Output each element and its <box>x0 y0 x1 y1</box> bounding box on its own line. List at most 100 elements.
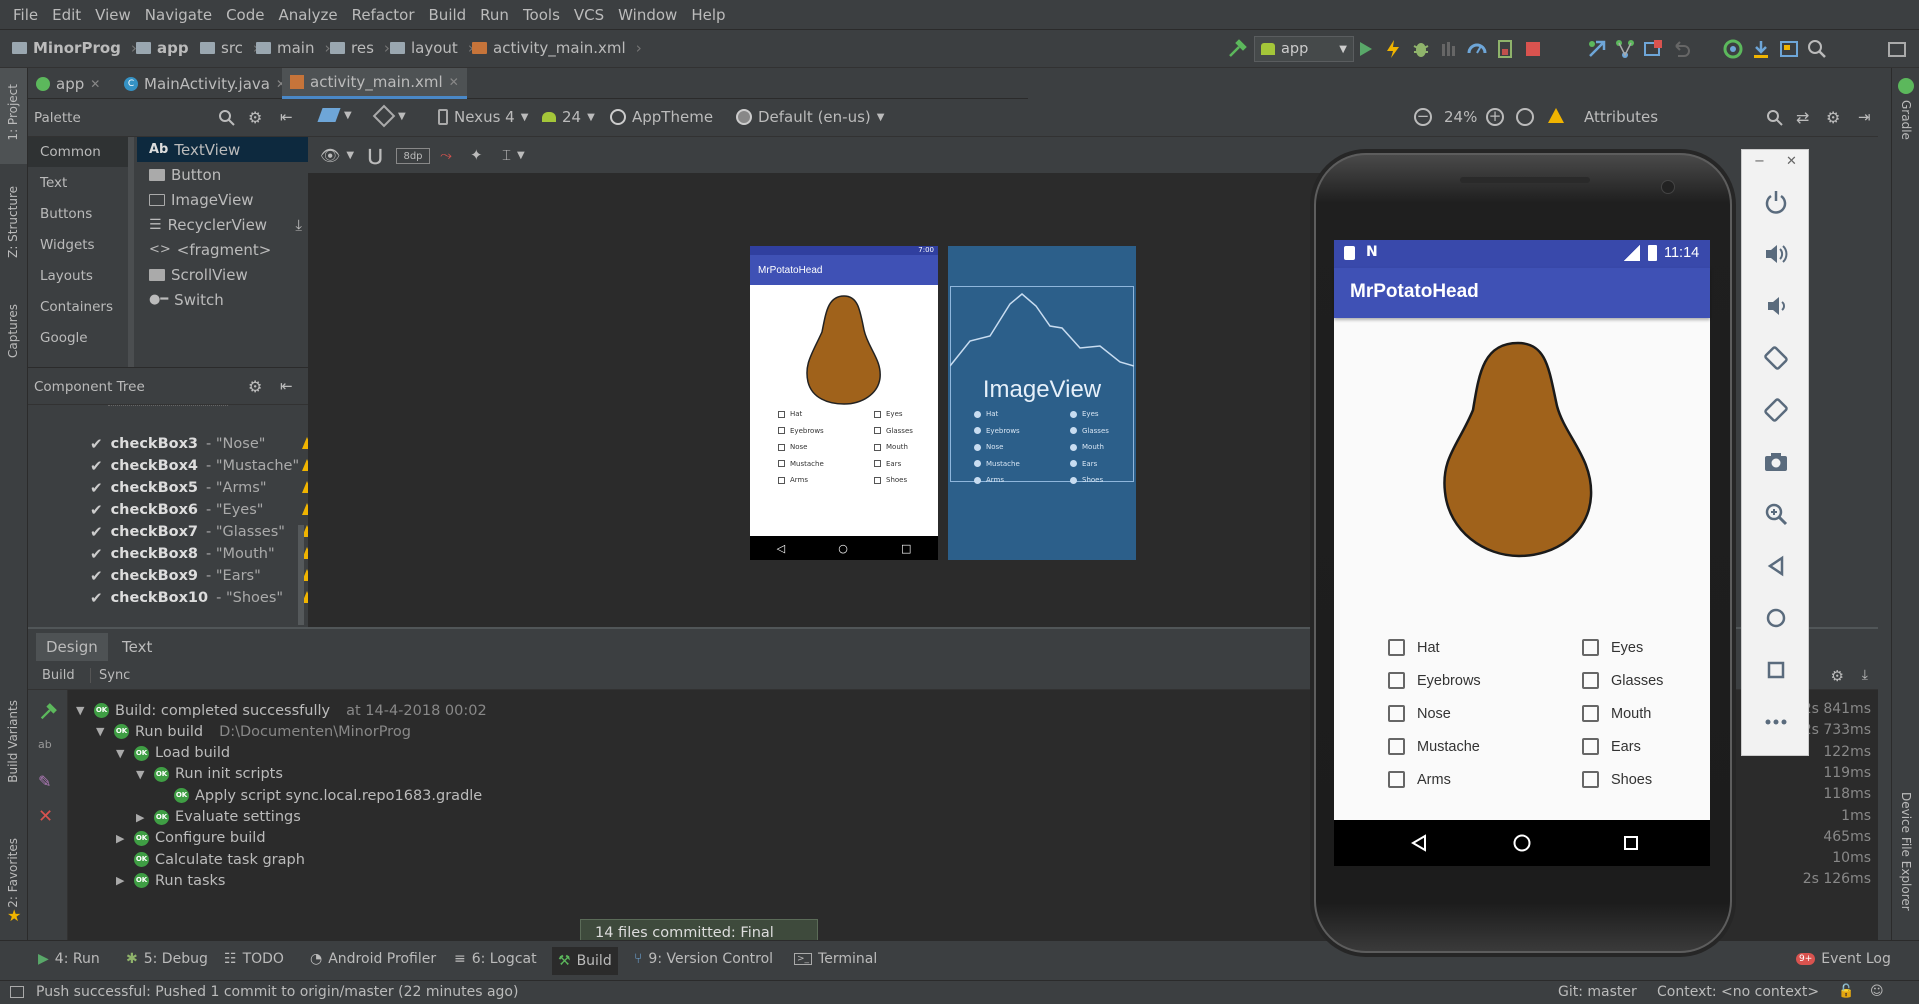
structure-tool-button[interactable]: Z: Structure <box>6 186 20 258</box>
lock-icon[interactable]: 🔓 <box>1838 984 1854 999</box>
search-icon[interactable] <box>218 109 236 127</box>
build-tree-row[interactable]: ▶ OK Run tasks <box>116 870 226 891</box>
todo-tool-button[interactable]: ☷ TODO <box>224 951 284 967</box>
checkbox-box[interactable] <box>1388 639 1405 656</box>
pin-icon[interactable]: ✎ <box>38 772 51 791</box>
make-project-hammer-icon[interactable] <box>1226 38 1248 60</box>
menu-build[interactable]: Build <box>422 6 474 24</box>
build-tree-row[interactable]: OK Calculate task graph <box>116 849 305 870</box>
menu-window[interactable]: Window <box>611 6 684 24</box>
guidelines-button[interactable]: ⌶ ▼ <box>502 146 525 164</box>
close-icon[interactable]: ✕ <box>1786 154 1797 169</box>
menu-code[interactable]: Code <box>219 6 271 24</box>
menu-tools[interactable]: Tools <box>516 6 567 24</box>
undo-icon[interactable] <box>1670 38 1692 60</box>
favorites-tool-button[interactable]: 2: Favorites <box>6 838 20 908</box>
api-level-select[interactable]: 24 ▼ <box>542 108 595 126</box>
theme-select[interactable]: AppTheme <box>610 108 713 126</box>
tab-text[interactable]: Text <box>112 633 162 661</box>
menu-help[interactable]: Help <box>684 6 732 24</box>
close-icon[interactable]: ✕ <box>449 75 459 89</box>
checkbox-box[interactable] <box>1582 738 1599 755</box>
palette-category-common[interactable]: Common <box>28 137 132 167</box>
swap-icon[interactable]: ⇄ <box>1796 108 1809 127</box>
toggle-tool-windows-icon[interactable] <box>10 986 24 998</box>
home-icon[interactable] <box>1512 833 1532 853</box>
default-margins-button[interactable]: 8dp <box>396 148 430 164</box>
project-tool-button[interactable]: 1: Project <box>6 84 20 141</box>
menu-navigate[interactable]: Navigate <box>138 6 219 24</box>
gear-icon[interactable]: ⚙ <box>1826 108 1840 127</box>
menu-file[interactable]: File <box>6 6 45 24</box>
more-icon[interactable] <box>1762 708 1790 736</box>
avd-manager-icon[interactable] <box>1642 38 1664 60</box>
checkbox-box[interactable] <box>1582 705 1599 722</box>
design-surface-button[interactable]: ▼ <box>317 108 352 122</box>
palette-category-text[interactable]: Text <box>28 168 132 198</box>
expand-icon[interactable]: ▶ <box>116 874 128 887</box>
collapse-icon[interactable]: ▼ <box>116 747 128 760</box>
coverage-icon[interactable] <box>1494 38 1516 60</box>
checkbox-nose[interactable]: Nose <box>1388 705 1451 722</box>
event-log-button[interactable]: 9+ Event Log <box>1796 951 1891 967</box>
breadcrumb-main[interactable]: main › <box>256 39 330 57</box>
camera-icon[interactable] <box>1762 448 1790 476</box>
clear-constraints-button[interactable]: ⤳ <box>440 146 452 164</box>
checkbox-box[interactable] <box>1582 672 1599 689</box>
volume-up-icon[interactable] <box>1762 240 1790 268</box>
checkbox-box[interactable] <box>1388 672 1405 689</box>
minimize-icon[interactable]: − <box>1754 154 1765 169</box>
hammer-icon[interactable] <box>38 702 58 722</box>
logcat-tool-button[interactable]: ≡ 6: Logcat <box>454 951 537 967</box>
collapse-icon[interactable]: ▼ <box>136 768 148 781</box>
profiler-icon[interactable] <box>1466 38 1488 60</box>
zoom-out-button[interactable]: − <box>1414 108 1432 126</box>
palette-item-recyclerview[interactable]: ☰ RecyclerView ⤓ <box>137 212 308 237</box>
rotate-right-icon[interactable] <box>1762 396 1790 424</box>
more-actions-icon[interactable] <box>1886 38 1908 60</box>
build-tree-row[interactable]: ▼ OK Load build <box>116 743 230 764</box>
palette-category-google[interactable]: Google <box>28 323 132 353</box>
zoom-fit-button[interactable] <box>1516 108 1534 126</box>
debug-icon[interactable] <box>1410 38 1432 60</box>
sync-tab[interactable]: Sync <box>90 668 130 683</box>
checkbox-box[interactable] <box>1388 771 1405 788</box>
home-icon[interactable] <box>1762 604 1790 632</box>
breadcrumb-res[interactable]: res › <box>330 39 390 57</box>
build-tree-row[interactable]: OK Apply script sync.local.repo1683.gradl… <box>156 785 482 806</box>
collapse-icon[interactable]: ▼ <box>96 725 108 738</box>
back-icon[interactable] <box>1410 834 1428 852</box>
build-variants-tool-button[interactable]: Build Variants <box>6 700 20 783</box>
recents-icon[interactable] <box>1623 835 1639 851</box>
stop-icon[interactable] <box>1522 38 1544 60</box>
collapse-icon[interactable]: ▼ <box>76 704 88 717</box>
breadcrumb-project[interactable]: MinorProg › <box>12 39 137 57</box>
breadcrumb-app[interactable]: app› <box>136 39 205 57</box>
device-file-explorer-button[interactable]: Device File Explorer <box>1899 792 1913 911</box>
minimize-icon[interactable]: ⤓ <box>1862 667 1868 683</box>
menu-run[interactable]: Run <box>473 6 516 24</box>
rotate-left-icon[interactable] <box>1762 344 1790 372</box>
back-icon[interactable] <box>1762 552 1790 580</box>
palette-category-buttons[interactable]: Buttons <box>28 199 132 229</box>
download-icon[interactable]: ⤓ <box>295 216 302 234</box>
checkbox-mustache[interactable]: Mustache <box>1388 738 1480 755</box>
orientation-button[interactable]: ▼ <box>372 104 406 128</box>
palette-item-fragment[interactable]: <> <fragment> <box>137 237 308 262</box>
palette-item-button[interactable]: Button <box>137 162 308 187</box>
sync-gradle-icon[interactable] <box>1586 38 1608 60</box>
inspector-icon[interactable]: ☺ <box>1870 984 1884 999</box>
checkbox-box[interactable] <box>1582 639 1599 656</box>
gear-icon[interactable]: ⚙ <box>1831 667 1844 685</box>
sdk-manager-icon[interactable] <box>1722 38 1744 60</box>
checkbox-box[interactable] <box>1388 705 1405 722</box>
download-icon[interactable] <box>1750 38 1772 60</box>
profiler-tool-button[interactable]: ◔ Android Profiler <box>310 951 436 967</box>
palette-category-widgets[interactable]: Widgets <box>28 230 132 260</box>
view-options-button[interactable]: 👁 ▼ <box>320 146 354 165</box>
design-preview[interactable]: 7:00 MrPotatoHead Hat Eyebrows Nose Mustach… <box>750 246 938 560</box>
build-tab[interactable]: Build <box>42 668 75 683</box>
attach-debugger-icon[interactable] <box>1438 38 1460 60</box>
palette-item-imageview[interactable]: ImageView <box>137 187 308 212</box>
expand-icon[interactable]: ▶ <box>116 832 128 845</box>
